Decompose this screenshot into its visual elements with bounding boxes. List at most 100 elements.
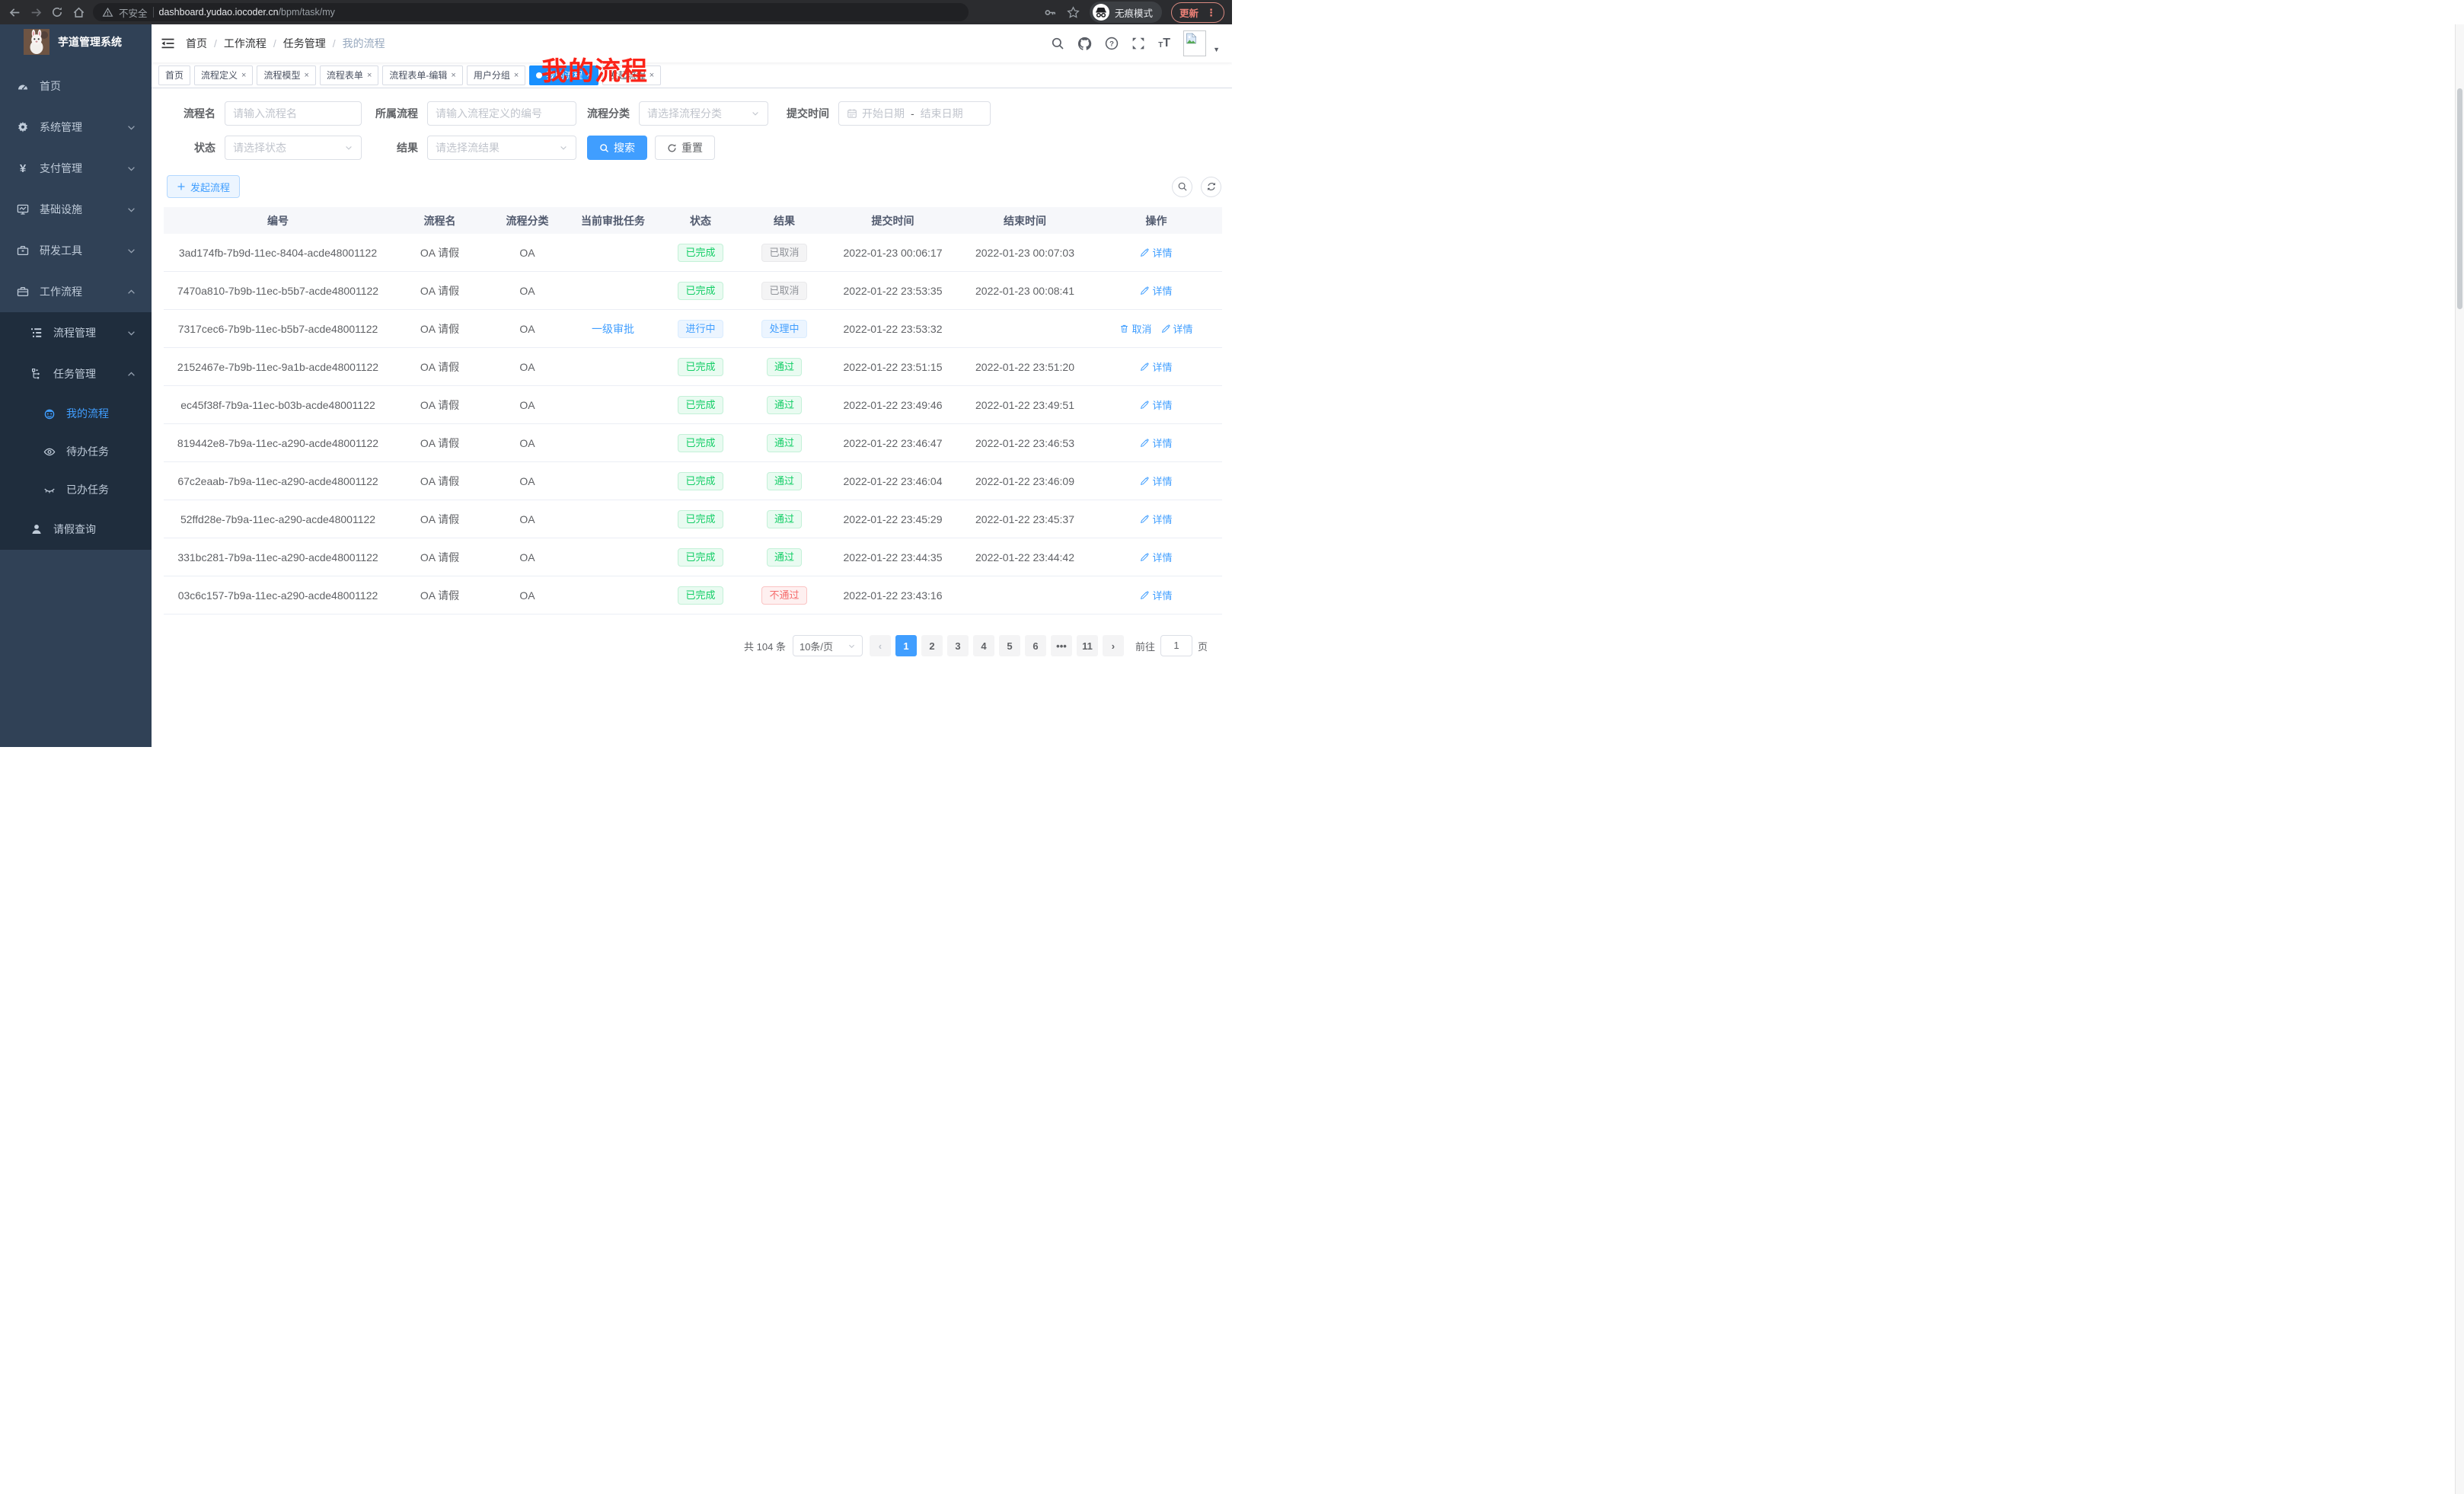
page-button-5[interactable]: 5 bbox=[999, 635, 1020, 656]
detail-action-link[interactable]: 详情 bbox=[1140, 588, 1172, 602]
status-select[interactable]: 请选择状态 bbox=[225, 136, 362, 160]
goto-page-input[interactable]: 1 bbox=[1160, 635, 1192, 656]
url-bar[interactable]: 不安全 dashboard.yudao.iocoder.cn/bpm/task/… bbox=[93, 3, 969, 21]
cell-category: OA bbox=[487, 247, 567, 259]
page-url[interactable]: dashboard.yudao.iocoder.cn/bpm/task/my bbox=[159, 7, 335, 18]
detail-action-link[interactable]: 详情 bbox=[1161, 321, 1193, 336]
url-divider bbox=[153, 7, 154, 18]
tab-流程表单-编辑[interactable]: 流程表单-编辑× bbox=[382, 65, 462, 85]
close-icon[interactable]: × bbox=[650, 71, 654, 80]
font-size-icon[interactable]: TT bbox=[1158, 37, 1170, 49]
header-search-icon[interactable] bbox=[1051, 37, 1064, 50]
sidebar-item-已办任务[interactable]: 已办任务 bbox=[0, 471, 152, 509]
detail-action-link[interactable]: 详情 bbox=[1140, 359, 1172, 374]
scrollbar-thumb[interactable] bbox=[2457, 88, 2462, 309]
breadcrumb-item[interactable]: 首页 bbox=[186, 36, 207, 51]
detail-action-link[interactable]: 详情 bbox=[1140, 397, 1172, 412]
detail-action-link[interactable]: 详情 bbox=[1140, 245, 1172, 260]
page-button-11[interactable]: 11 bbox=[1077, 635, 1098, 656]
detail-action-link[interactable]: 详情 bbox=[1140, 550, 1172, 564]
pager-ellipsis[interactable]: ••• bbox=[1051, 635, 1072, 656]
password-key-icon[interactable] bbox=[1044, 5, 1058, 19]
tab-首页[interactable]: 首页 bbox=[158, 65, 190, 85]
total-count: 共 104 条 bbox=[744, 639, 786, 653]
github-icon[interactable] bbox=[1077, 37, 1092, 51]
sidebar-item-label: 我的流程 bbox=[66, 406, 109, 421]
date-range-picker[interactable]: 开始日期 - 结束日期 bbox=[838, 101, 991, 126]
create-process-button[interactable]: 发起流程 bbox=[167, 175, 240, 198]
result-badge: 通过 bbox=[767, 358, 802, 376]
app-logo[interactable]: 芋道管理系统 bbox=[0, 24, 152, 59]
cell-result: 已取消 bbox=[742, 282, 826, 300]
page-button-6[interactable]: 6 bbox=[1025, 635, 1046, 656]
breadcrumb-item[interactable]: 工作流程 bbox=[224, 36, 267, 51]
category-select[interactable]: 请选择流程分类 bbox=[639, 101, 768, 126]
refresh-table-button[interactable] bbox=[1201, 177, 1221, 197]
cancel-action-link[interactable]: 取消 bbox=[1119, 321, 1151, 336]
result-select[interactable]: 请选择流结果 bbox=[427, 136, 576, 160]
status-badge: 已完成 bbox=[678, 472, 723, 490]
next-page-button[interactable]: › bbox=[1103, 635, 1124, 656]
page-button-4[interactable]: 4 bbox=[973, 635, 994, 656]
not-secure-warning-icon[interactable] bbox=[102, 7, 113, 18]
update-button[interactable]: 更新 ⋮ bbox=[1171, 2, 1224, 23]
browser-forward-icon[interactable] bbox=[29, 5, 43, 19]
browser-menu-dots-icon[interactable]: ⋮ bbox=[1206, 8, 1216, 18]
browser-home-icon[interactable] bbox=[72, 5, 85, 19]
process-name-input[interactable]: 请输入流程名 bbox=[225, 101, 362, 126]
sidebar-item-支付管理[interactable]: ¥支付管理 bbox=[0, 148, 152, 189]
close-icon[interactable]: × bbox=[451, 71, 455, 80]
help-icon[interactable]: ? bbox=[1105, 37, 1119, 50]
sidebar-item-任务管理[interactable]: 任务管理 bbox=[0, 353, 152, 394]
search-button[interactable]: 搜索 bbox=[587, 136, 647, 160]
range-separator: - bbox=[911, 107, 914, 120]
tab-用户分组[interactable]: 用户分组× bbox=[467, 65, 525, 85]
prev-page-button[interactable]: ‹ bbox=[870, 635, 891, 656]
detail-action-link[interactable]: 详情 bbox=[1140, 283, 1172, 298]
avatar-caret-icon[interactable]: ▼ bbox=[1213, 46, 1220, 53]
sidebar-item-基础设施[interactable]: 基础设施 bbox=[0, 189, 152, 230]
toggle-search-button[interactable] bbox=[1172, 177, 1192, 197]
security-label[interactable]: 不安全 bbox=[119, 5, 148, 20]
parent-process-input[interactable]: 请输入流程定义的编号 bbox=[427, 101, 576, 126]
page-scrollbar[interactable] bbox=[2455, 24, 2464, 1494]
detail-action-link[interactable]: 详情 bbox=[1140, 436, 1172, 450]
sidebar-item-label: 工作流程 bbox=[40, 284, 82, 299]
cell-category: OA bbox=[487, 361, 567, 373]
table-row: 67c2eaab-7b9a-11ec-a290-acde48001122OA 请… bbox=[164, 462, 1222, 500]
tab-流程模型[interactable]: 流程模型× bbox=[257, 65, 315, 85]
page-button-2[interactable]: 2 bbox=[921, 635, 943, 656]
breadcrumb-item[interactable]: 任务管理 bbox=[283, 36, 326, 51]
sidebar-item-待办任务[interactable]: 待办任务 bbox=[0, 433, 152, 471]
sidebar-item-系统管理[interactable]: 系统管理 bbox=[0, 107, 152, 148]
task-link[interactable]: 一级审批 bbox=[592, 321, 634, 337]
sidebar-item-研发工具[interactable]: 研发工具 bbox=[0, 230, 152, 271]
detail-action-link[interactable]: 详情 bbox=[1140, 474, 1172, 488]
close-icon[interactable]: × bbox=[514, 71, 519, 80]
close-icon[interactable]: × bbox=[304, 71, 308, 80]
cell-process-name: OA 请假 bbox=[392, 283, 487, 298]
user-avatar[interactable] bbox=[1183, 30, 1206, 56]
sidebar-collapse-icon[interactable] bbox=[161, 37, 175, 49]
tab-流程定义[interactable]: 流程定义× bbox=[194, 65, 253, 85]
sidebar-item-工作流程[interactable]: 工作流程 bbox=[0, 271, 152, 312]
page-button-1[interactable]: 1 bbox=[895, 635, 917, 656]
reset-button[interactable]: 重置 bbox=[655, 136, 715, 160]
page-size-select[interactable]: 10条/页 bbox=[793, 635, 863, 656]
sidebar-item-首页[interactable]: 首页 bbox=[0, 65, 152, 107]
breadcrumb-separator: / bbox=[333, 37, 336, 49]
status-badge: 已完成 bbox=[678, 396, 723, 414]
chevron-down-icon bbox=[126, 246, 136, 256]
sidebar-item-我的流程[interactable]: 我的流程 bbox=[0, 394, 152, 433]
close-icon[interactable]: × bbox=[241, 71, 246, 80]
browser-back-icon[interactable] bbox=[8, 5, 21, 19]
detail-action-link[interactable]: 详情 bbox=[1140, 512, 1172, 526]
tab-流程表单[interactable]: 流程表单× bbox=[320, 65, 378, 85]
bookmark-star-icon[interactable] bbox=[1067, 5, 1080, 19]
sidebar-item-流程管理[interactable]: 流程管理 bbox=[0, 312, 152, 353]
page-button-3[interactable]: 3 bbox=[947, 635, 969, 656]
fullscreen-icon[interactable] bbox=[1131, 37, 1145, 50]
sidebar-item-请假查询[interactable]: 请假查询 bbox=[0, 509, 152, 550]
browser-reload-icon[interactable] bbox=[50, 5, 64, 19]
close-icon[interactable]: × bbox=[367, 71, 372, 80]
